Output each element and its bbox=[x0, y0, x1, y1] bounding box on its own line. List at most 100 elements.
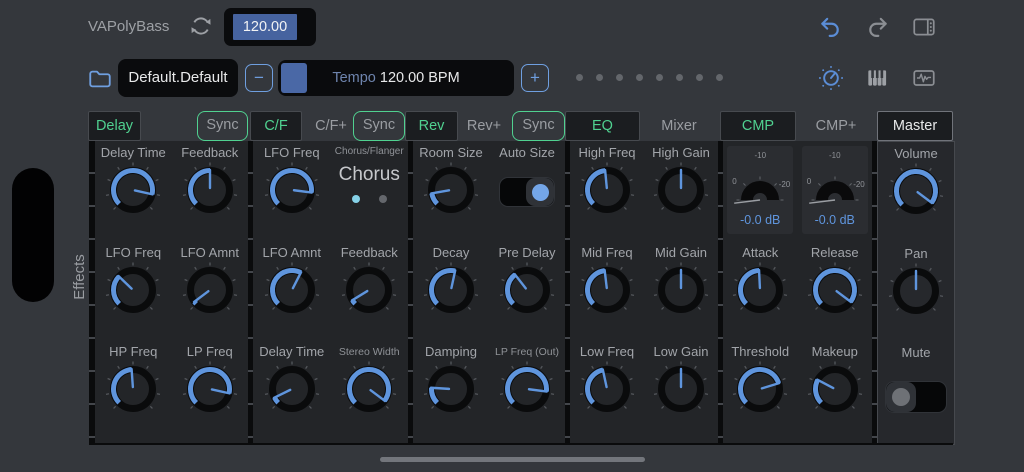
tab-delay-0[interactable]: Delay bbox=[88, 111, 141, 141]
tab-c-f-3[interactable]: C/F+ bbox=[307, 111, 355, 141]
preset-name[interactable]: VAPolyBass bbox=[88, 18, 169, 35]
auto-size-toggle[interactable] bbox=[499, 177, 555, 207]
meter-gauge bbox=[808, 176, 859, 204]
knob-damping[interactable] bbox=[422, 360, 480, 418]
page-dot-8[interactable] bbox=[716, 74, 723, 81]
knob-graphic bbox=[807, 361, 862, 412]
tab-sync-4[interactable]: Sync bbox=[353, 111, 405, 141]
knob-stereo-width[interactable] bbox=[340, 360, 398, 418]
folder-icon[interactable] bbox=[87, 66, 113, 92]
meter-readout: -0.0 dB bbox=[740, 213, 781, 227]
page-dot-7[interactable] bbox=[696, 74, 703, 81]
knob-pan[interactable] bbox=[887, 262, 945, 320]
knob-lfo-amnt[interactable] bbox=[181, 261, 239, 319]
tempo-readout: Tempo 120.00 BPM bbox=[278, 60, 514, 96]
knob-low-freq[interactable] bbox=[578, 360, 636, 418]
knob-label: Low Gain bbox=[653, 344, 709, 359]
knob-feedback[interactable] bbox=[181, 161, 239, 219]
knob-label: Delay Time bbox=[100, 145, 166, 160]
horizontal-scrollbar[interactable] bbox=[380, 457, 645, 462]
knob-graphic bbox=[182, 361, 237, 412]
knob-label: LP Freq (Out) bbox=[495, 346, 559, 358]
knob-lfo-freq[interactable] bbox=[263, 161, 321, 219]
knob-room-size[interactable] bbox=[422, 161, 480, 219]
keyboard-icon[interactable] bbox=[864, 65, 890, 91]
tempo-decrement-button[interactable]: − bbox=[245, 64, 273, 92]
tab-sync-1[interactable]: Sync bbox=[197, 111, 248, 141]
knob-makeup[interactable] bbox=[806, 360, 864, 418]
tab-cmp-11[interactable]: CMP+ bbox=[812, 111, 860, 141]
toggle-label: Auto Size bbox=[499, 145, 555, 160]
knob-lfo-freq[interactable] bbox=[104, 261, 162, 319]
page-indicator[interactable] bbox=[576, 74, 723, 81]
knob-pre-delay[interactable] bbox=[498, 261, 556, 319]
knob-attack[interactable] bbox=[731, 261, 789, 319]
knob-graphic bbox=[264, 361, 319, 412]
knob-high-gain[interactable] bbox=[652, 161, 710, 219]
page-dot-3[interactable] bbox=[616, 74, 623, 81]
tab-c-f-2[interactable]: C/F bbox=[250, 111, 302, 141]
knob-label: Pre Delay bbox=[498, 245, 556, 260]
knob-mode-icon[interactable] bbox=[818, 65, 844, 91]
knob-cell-eq-high-gain: High Gain bbox=[644, 143, 718, 240]
knob-mid-freq[interactable] bbox=[578, 261, 636, 319]
knob-label: LFO Amnt bbox=[180, 245, 240, 260]
selector-dot-2[interactable] bbox=[378, 195, 387, 203]
page-dot-2[interactable] bbox=[596, 74, 603, 81]
knob-label: Low Freq bbox=[579, 344, 635, 359]
knob-cell-reverb-damping: Damping bbox=[413, 342, 489, 439]
meter-gauge bbox=[734, 176, 784, 204]
knob-label: Mid Freq bbox=[581, 245, 633, 260]
effects-section-label: Effects bbox=[71, 254, 88, 300]
knob-label: LP Freq bbox=[186, 344, 233, 359]
knob-lfo-amnt[interactable] bbox=[263, 261, 321, 319]
redo-icon[interactable] bbox=[864, 14, 890, 40]
knob-lp-freq-out[interactable] bbox=[498, 360, 556, 418]
knob-graphic bbox=[264, 162, 319, 213]
tab-rev-6[interactable]: Rev+ bbox=[463, 111, 505, 141]
side-panel-icon[interactable] bbox=[911, 14, 937, 40]
tab-master-12[interactable]: Master bbox=[877, 111, 953, 141]
knob-label: Feedback bbox=[181, 145, 239, 160]
oscilloscope-icon[interactable] bbox=[911, 65, 937, 91]
panels-bottom-edge bbox=[89, 443, 953, 445]
side-drag-handle[interactable] bbox=[12, 168, 54, 302]
bpm-input[interactable]: 120.00 bbox=[224, 8, 316, 46]
knob-graphic bbox=[423, 262, 479, 313]
page-dot-5[interactable] bbox=[656, 74, 663, 81]
tempo-slider[interactable]: Tempo 120.00 BPM bbox=[278, 60, 514, 96]
selector-dot-1[interactable] bbox=[351, 195, 360, 203]
knob-volume[interactable] bbox=[887, 162, 945, 220]
tab-sync-7[interactable]: Sync bbox=[512, 111, 565, 141]
knob-mid-gain[interactable] bbox=[652, 261, 710, 319]
knob-release[interactable] bbox=[806, 261, 864, 319]
knob-feedback[interactable] bbox=[340, 261, 398, 319]
preset-bank-selector[interactable]: Default.Default bbox=[118, 59, 238, 97]
page-dot-1[interactable] bbox=[576, 74, 583, 81]
knob-high-freq[interactable] bbox=[578, 161, 636, 219]
panel-chorus-flanger: LFO Freq Chorus/Flanger Chorus LFO Amnt Feed… bbox=[253, 141, 408, 445]
knob-low-gain[interactable] bbox=[652, 360, 710, 418]
page-dot-6[interactable] bbox=[676, 74, 683, 81]
tempo-increment-button[interactable]: + bbox=[521, 64, 549, 92]
selector-value[interactable]: Chorus bbox=[339, 164, 400, 186]
knob-lp-freq[interactable] bbox=[181, 360, 239, 418]
refresh-icon[interactable] bbox=[188, 13, 214, 39]
knob-decay[interactable] bbox=[422, 261, 480, 319]
tab-mixer-9[interactable]: Mixer bbox=[656, 111, 702, 141]
knob-hp-freq[interactable] bbox=[104, 360, 162, 418]
knob-cell-delay-lfo-amnt: LFO Amnt bbox=[172, 243, 249, 340]
knob-cell-compressor-makeup: Makeup bbox=[798, 342, 873, 439]
knob-delay-time[interactable] bbox=[104, 161, 162, 219]
knob-delay-time[interactable] bbox=[263, 360, 321, 418]
tab-cmp-10[interactable]: CMP bbox=[720, 111, 796, 141]
tab-rev-5[interactable]: Rev bbox=[405, 111, 458, 141]
toggle-cell-auto-size: Auto Size bbox=[489, 143, 565, 240]
compressor-meter-cell-2: -10 0 -20 -0.0 dB bbox=[798, 143, 873, 240]
page-dot-4[interactable] bbox=[636, 74, 643, 81]
selector-dots[interactable] bbox=[351, 195, 387, 203]
tab-eq-8[interactable]: EQ bbox=[565, 111, 640, 141]
knob-threshold[interactable] bbox=[731, 360, 789, 418]
mute-toggle[interactable] bbox=[885, 381, 947, 413]
undo-icon[interactable] bbox=[818, 14, 844, 40]
